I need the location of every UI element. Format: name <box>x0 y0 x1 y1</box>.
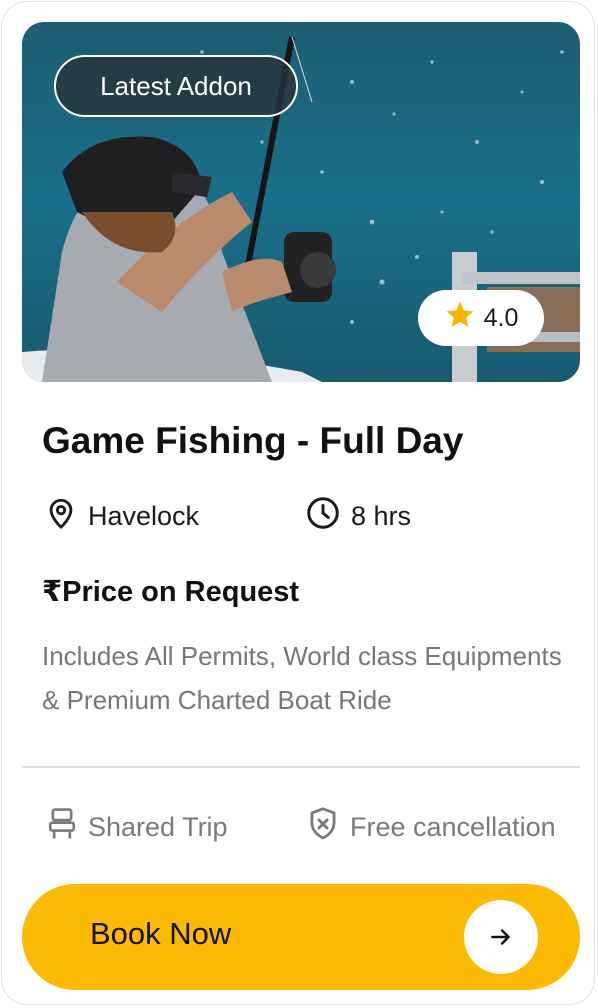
trip-card[interactable]: Latest Addon 4.0 Game Fishing - Full Day… <box>1 1 595 1005</box>
book-now-button[interactable]: Book Now <box>22 884 580 990</box>
book-now-label: Book Now <box>90 916 232 951</box>
rating-value: 4.0 <box>483 303 519 332</box>
star-icon <box>444 299 476 338</box>
price-text: ₹Price on Request <box>42 576 300 608</box>
shared-trip-label: Shared Trip <box>88 811 228 842</box>
location-text: Havelock <box>88 500 200 531</box>
shield-x-icon <box>306 806 340 849</box>
trip-title: Game Fishing - Full Day <box>42 420 464 461</box>
arrow-right-icon[interactable] <box>464 900 538 974</box>
map-pin-icon <box>44 496 78 537</box>
duration-info: 8 hrs <box>305 496 411 536</box>
location-info: Havelock <box>44 496 199 536</box>
rating-pill: 4.0 <box>418 290 544 346</box>
shared-trip-feature: Shared Trip <box>46 806 228 848</box>
duration-text: 8 hrs <box>351 500 412 531</box>
seat-icon <box>46 807 78 848</box>
divider <box>22 766 580 768</box>
badge-label: Latest Addon <box>100 70 252 101</box>
clock-icon <box>305 495 341 538</box>
free-cancellation-label: Free cancellation <box>350 811 556 842</box>
free-cancellation-feature: Free cancellation <box>306 806 556 848</box>
latest-addon-badge: Latest Addon <box>54 55 298 117</box>
trip-description: Includes All Permits, World class Equipm… <box>42 641 562 715</box>
